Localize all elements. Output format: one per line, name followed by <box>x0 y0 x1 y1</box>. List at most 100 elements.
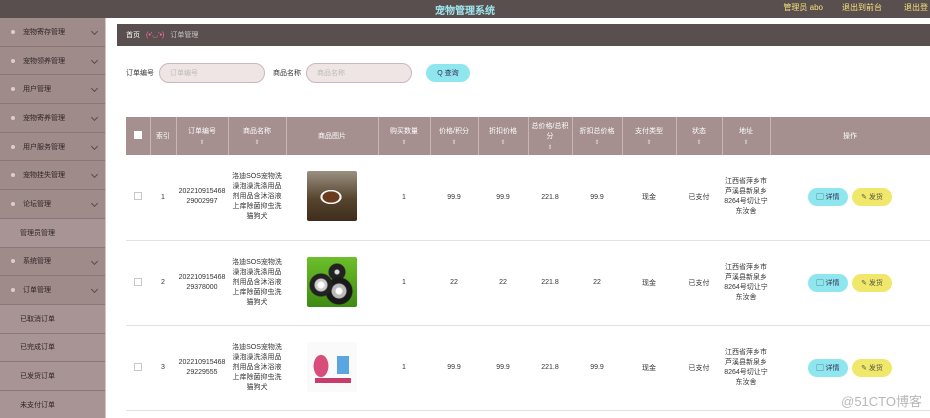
chevron-down-icon[interactable] <box>90 85 99 93</box>
sort-icon[interactable]: ⇕ <box>679 139 720 146</box>
select-all-header[interactable] <box>126 117 151 155</box>
sort-icon[interactable]: ⇕ <box>531 144 570 151</box>
chevron-down-icon[interactable] <box>90 142 99 150</box>
product-image <box>307 171 357 222</box>
product-image <box>307 341 357 392</box>
sidebar-item-label: 用户服务管理 <box>23 143 65 151</box>
discount-total-cell: 22 <box>572 240 622 326</box>
column-header[interactable]: 购买数量 ⇕ <box>378 117 431 155</box>
sidebar-item[interactable]: 系统管理 <box>0 248 105 277</box>
column-header-label: 索引 <box>156 133 170 140</box>
sidebar-item[interactable]: 已发货订单 <box>0 362 105 391</box>
chevron-down-icon[interactable] <box>90 257 99 265</box>
price-cell: 99.9 <box>430 325 478 411</box>
bullet-icon <box>11 288 15 293</box>
sort-icon[interactable]: ⇕ <box>433 139 476 146</box>
column-header[interactable]: 商品名称 ⇕ <box>228 117 287 155</box>
sort-icon[interactable]: ⇕ <box>179 139 226 146</box>
breadcrumb-emoticon: (•'◡'•) <box>146 32 165 39</box>
column-header[interactable]: 索引 <box>150 117 177 155</box>
status-cell: 已支付 <box>676 325 722 411</box>
row-select-cell <box>126 240 150 326</box>
order-number-label: 订单编号 <box>126 70 154 77</box>
sidebar-item[interactable]: 用户服务管理 <box>0 133 105 162</box>
chevron-down-icon[interactable] <box>90 114 99 122</box>
sidebar-item[interactable]: 未支付订单 <box>0 390 105 418</box>
column-header-label: 总价格/总积分 <box>531 123 569 140</box>
column-header[interactable]: 折扣总价格 ⇕ <box>572 117 623 155</box>
column-header[interactable]: 商品图片 <box>286 117 379 155</box>
ship-button[interactable]: ✎ 发货 <box>852 273 892 292</box>
sort-icon[interactable]: ⇕ <box>381 139 428 146</box>
detail-button[interactable]: ▢ 详情 <box>808 273 848 292</box>
ship-button[interactable]: ✎ 发货 <box>852 358 892 377</box>
column-header[interactable]: 价格/积分 ⇕ <box>430 117 479 155</box>
column-header[interactable]: 状态 ⇕ <box>676 117 723 155</box>
column-header[interactable]: 总价格/总积分 ⇕ <box>528 117 573 155</box>
sidebar-item-label: 已完成订单 <box>20 344 55 352</box>
product-name-input[interactable]: 商品名称 <box>306 63 412 83</box>
select-all-checkbox[interactable] <box>133 131 142 139</box>
sort-icon[interactable]: ⇕ <box>575 139 620 146</box>
ship-button[interactable]: ✎ 发货 <box>852 188 892 207</box>
logout-link[interactable]: 退出登 <box>904 2 928 13</box>
sidebar-item[interactable]: 宠物挂失管理 <box>0 161 105 191</box>
column-header[interactable]: 订单编号 ⇕ <box>176 117 229 155</box>
bullet-icon <box>11 58 15 63</box>
orders-table: 索引 订单编号 ⇕ 商品名称 ⇕ 商品图片 购买数量 ⇕ 价格/积分 ⇕ 折扣价格 ⇕ 总价格/总积分 ⇕… <box>126 117 930 411</box>
detail-button[interactable]: ▢ 详情 <box>808 188 848 207</box>
chevron-down-icon[interactable] <box>90 171 99 179</box>
sidebar-item-label: 宠物寄存管理 <box>23 28 65 36</box>
discount-total-cell: 99.9 <box>572 155 622 241</box>
column-header[interactable]: 支付类型 ⇕ <box>622 117 677 155</box>
sidebar: 宠物寄存管理宠物领养管理 用户管理 宠物寄养管理用户服务管理宠物挂失管理 论坛管理 管理… <box>0 18 106 418</box>
sort-icon[interactable]: ⇕ <box>481 139 526 146</box>
sidebar-item[interactable]: 宠物领养管理 <box>0 47 105 76</box>
column-header[interactable]: 地址 ⇕ <box>722 117 771 155</box>
sort-icon[interactable]: ⇕ <box>231 139 284 146</box>
table-body: 1 20221091546829002997 洛迪SOS宠物洗澡泡澡洗涤用品剂用品含… <box>126 155 930 411</box>
discount-price-cell: 99.9 <box>478 155 528 241</box>
row-checkbox[interactable] <box>134 192 142 201</box>
sidebar-item[interactable]: 论坛管理 <box>0 190 105 219</box>
sidebar-item[interactable]: 管理员管理 <box>0 218 105 248</box>
actions-cell: ▢ 详情 ✎ 发货 <box>770 240 930 326</box>
discount-price-cell: 99.9 <box>478 325 528 411</box>
column-header[interactable]: 折扣价格 ⇕ <box>478 117 529 155</box>
row-checkbox[interactable] <box>134 277 142 286</box>
chevron-down-icon[interactable] <box>90 286 99 294</box>
chevron-down-icon[interactable] <box>90 56 99 64</box>
column-header[interactable]: 操作 <box>770 117 930 155</box>
quantity-cell: 1 <box>378 325 430 411</box>
column-header-label: 购买数量 <box>390 128 418 135</box>
price-cell: 99.9 <box>430 155 478 241</box>
order-number-cell: 20221091546829378000 <box>176 240 228 326</box>
sidebar-item[interactable]: 宠物寄养管理 <box>0 104 105 133</box>
detail-button[interactable]: ▢ 详情 <box>808 358 848 377</box>
breadcrumb-home[interactable]: 首页 <box>126 30 140 40</box>
sidebar-item[interactable]: 订单管理 <box>0 276 105 305</box>
column-header-label: 折扣总价格 <box>579 128 615 135</box>
column-header-label: 价格/积分 <box>439 128 469 135</box>
row-checkbox[interactable] <box>134 362 142 371</box>
back-to-front-link[interactable]: 退出到前台 <box>842 2 882 13</box>
product-image-cell <box>286 325 378 411</box>
order-number-input[interactable]: 订单编号 <box>159 63 265 83</box>
table-row: 1 20221091546829002997 洛迪SOS宠物洗澡泡澡洗涤用品剂用品含… <box>126 155 930 241</box>
sidebar-item[interactable]: 宠物寄存管理 <box>0 18 105 47</box>
sidebar-item[interactable]: 已取消订单 <box>0 304 105 334</box>
sidebar-item[interactable]: 用户管理 <box>0 75 105 105</box>
bullet-icon <box>11 259 15 264</box>
column-header-label: 支付类型 <box>635 128 663 135</box>
product-image <box>307 256 357 307</box>
sort-icon[interactable]: ⇕ <box>725 139 768 146</box>
column-header-label: 操作 <box>843 133 857 140</box>
bullet-icon <box>11 87 15 92</box>
sort-icon[interactable]: ⇕ <box>625 139 674 146</box>
chevron-down-icon[interactable] <box>90 200 99 208</box>
query-button[interactable]: Q 查询 <box>426 64 470 82</box>
sidebar-item[interactable]: 已完成订单 <box>0 333 105 363</box>
watermark: @51CTO博客 <box>841 394 922 409</box>
chevron-down-icon[interactable] <box>90 27 99 36</box>
order-number-cell: 20221091546829229555 <box>176 325 228 411</box>
